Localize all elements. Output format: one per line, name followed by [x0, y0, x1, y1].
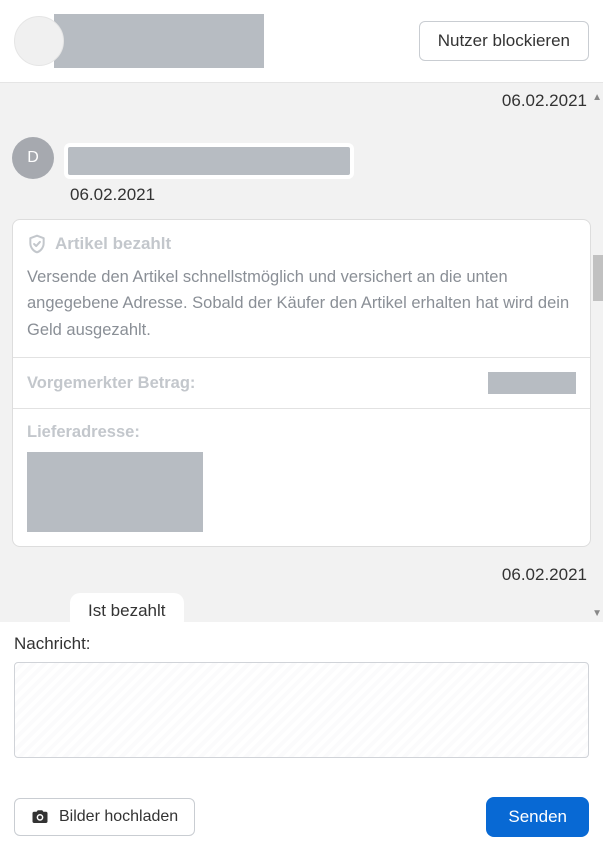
reserved-amount-redacted	[488, 372, 576, 394]
message-input[interactable]	[14, 662, 589, 758]
payment-card-body: Versende den Artikel schnellstmöglich un…	[27, 264, 576, 343]
message-bubble: Ist bezahlt	[70, 593, 184, 622]
delivery-address-redacted	[27, 452, 203, 532]
shield-check-icon	[27, 234, 47, 254]
chat-header-user	[14, 14, 264, 68]
chat-messages-area[interactable]: 06.02.2021 D 06.02.2021 Artikel bezahlt …	[0, 82, 603, 622]
upload-images-button[interactable]: Bilder hochladen	[14, 798, 195, 836]
camera-icon	[31, 808, 49, 826]
upload-images-label: Bilder hochladen	[59, 808, 178, 826]
user-avatar[interactable]	[14, 16, 64, 66]
scroll-up-arrow-icon[interactable]: ▲	[592, 92, 602, 103]
chat-header: Nutzer blockieren	[0, 0, 603, 82]
sender-avatar[interactable]: D	[12, 137, 54, 179]
block-user-button[interactable]: Nutzer blockieren	[419, 21, 589, 61]
date-separator: 06.02.2021	[12, 83, 591, 119]
send-button[interactable]: Senden	[486, 797, 589, 837]
message-content-redacted	[64, 143, 354, 179]
date-separator: 06.02.2021	[12, 557, 591, 593]
reserved-amount-label: Vorgemerkter Betrag:	[27, 374, 195, 393]
scroll-down-arrow-icon[interactable]: ▼	[592, 608, 602, 619]
payment-card-title: Artikel bezahlt	[55, 234, 171, 254]
payment-info-card: Artikel bezahlt Versende den Artikel sch…	[12, 219, 591, 547]
user-name-redacted	[54, 14, 264, 68]
scrollbar-thumb[interactable]	[593, 255, 603, 301]
message-row: D	[12, 137, 591, 179]
compose-area: Nachricht: Bilder hochladen Senden	[0, 622, 603, 853]
message-timestamp: 06.02.2021	[70, 185, 591, 205]
delivery-address-label: Lieferadresse:	[27, 423, 140, 441]
message-input-label: Nachricht:	[14, 634, 589, 654]
